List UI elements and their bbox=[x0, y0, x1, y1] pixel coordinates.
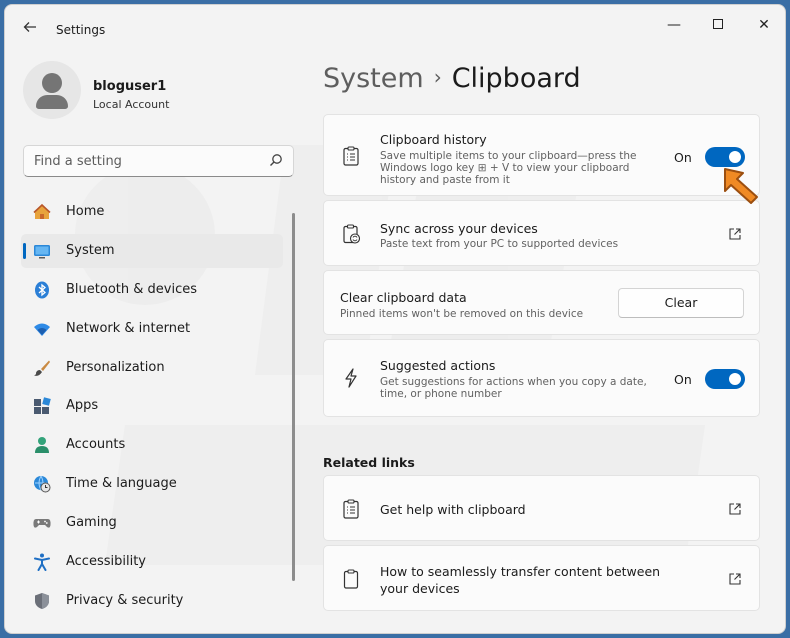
sidebar-item-label: Apps bbox=[66, 398, 99, 414]
toggle-knob bbox=[729, 373, 741, 385]
apps-icon bbox=[34, 397, 51, 415]
settings-window: Settings — ✕ bloguser1 Local Account Fin… bbox=[4, 4, 786, 634]
system-icon bbox=[34, 244, 50, 259]
clipboard-history-title: Clipboard history bbox=[380, 132, 487, 147]
avatar-body bbox=[36, 95, 68, 109]
brush-icon bbox=[34, 360, 50, 376]
breadcrumb: System › Clipboard bbox=[323, 63, 581, 94]
sidebar-item-home[interactable]: Home bbox=[21, 195, 283, 229]
sidebar-item-accounts[interactable]: Accounts bbox=[21, 428, 283, 462]
search-placeholder: Find a setting bbox=[34, 154, 122, 169]
clipboard-sync-icon bbox=[343, 224, 360, 244]
sidebar-item-personalization[interactable]: Personalization bbox=[21, 351, 283, 385]
back-button[interactable] bbox=[19, 19, 41, 39]
external-link-icon bbox=[729, 228, 741, 240]
clipboard-history-state: On bbox=[674, 150, 692, 165]
clipboard-icon bbox=[343, 499, 359, 519]
avatar-head bbox=[42, 73, 62, 93]
avatar bbox=[23, 61, 81, 119]
clock-globe-icon bbox=[34, 476, 51, 493]
accessibility-icon bbox=[34, 553, 50, 572]
sidebar-item-label: Gaming bbox=[66, 515, 117, 531]
shield-icon bbox=[35, 592, 49, 609]
account-type: Local Account bbox=[93, 98, 170, 111]
related-link-label: Get help with clipboard bbox=[380, 502, 526, 517]
sidebar-item-label: Accounts bbox=[66, 437, 126, 453]
sidebar-item-apps[interactable]: Apps bbox=[21, 389, 283, 423]
clipboard-icon bbox=[343, 146, 359, 166]
breadcrumb-parent[interactable]: System bbox=[323, 63, 424, 94]
related-link-help[interactable]: Get help with clipboard bbox=[323, 475, 760, 541]
clipboard-history-card: Clipboard history Save multiple items to… bbox=[323, 114, 760, 196]
sidebar-item-gaming[interactable]: Gaming bbox=[21, 506, 283, 540]
related-links-heading: Related links bbox=[323, 455, 415, 470]
bluetooth-icon bbox=[35, 281, 49, 299]
maximize-button[interactable] bbox=[705, 15, 731, 35]
app-title: Settings bbox=[56, 23, 106, 37]
sidebar-item-label: Home bbox=[66, 204, 105, 219]
back-arrow-icon bbox=[23, 22, 36, 32]
sidebar-item-label: Time & language bbox=[66, 476, 177, 492]
sync-devices-card[interactable]: Sync across your devices Paste text from… bbox=[323, 200, 760, 266]
maximize-icon bbox=[713, 19, 723, 29]
sidebar-item-bluetooth[interactable]: Bluetooth & devices bbox=[21, 273, 283, 307]
clipboard-blank-icon bbox=[343, 569, 359, 589]
gamepad-icon bbox=[33, 519, 51, 528]
sidebar-nav: Home System Bluetooth & devices Network … bbox=[21, 195, 283, 623]
page-title: Clipboard bbox=[451, 63, 581, 94]
external-link-icon bbox=[729, 573, 741, 585]
annotation-arrow-icon bbox=[724, 168, 758, 204]
sidebar-item-label: Personalization bbox=[66, 359, 165, 375]
clipboard-history-toggle[interactable] bbox=[705, 147, 745, 167]
suggested-actions-description: Get suggestions for actions when you cop… bbox=[380, 376, 647, 400]
wifi-icon bbox=[34, 323, 50, 336]
clear-button[interactable]: Clear bbox=[618, 288, 744, 318]
suggested-actions-state: On bbox=[674, 372, 692, 387]
sidebar-item-label: Network & internet bbox=[66, 320, 191, 336]
search-icon bbox=[270, 154, 282, 166]
title-bar: Settings — ✕ bbox=[5, 5, 785, 49]
sidebar-item-label: System bbox=[66, 242, 115, 258]
related-link-label: How to seamlessly transfer content betwe… bbox=[380, 564, 661, 596]
related-link-transfer[interactable]: How to seamlessly transfer content betwe… bbox=[323, 545, 760, 611]
sync-devices-description: Paste text from your PC to supported dev… bbox=[380, 238, 619, 250]
clear-data-card: Clear clipboard data Pinned items won't … bbox=[323, 270, 760, 335]
clear-data-description: Pinned items won't be removed on this de… bbox=[340, 308, 584, 320]
search-input[interactable]: Find a setting bbox=[23, 145, 294, 177]
clipboard-history-description: Save multiple items to your clipboard—pr… bbox=[380, 150, 637, 186]
sidebar-item-privacy-security[interactable]: Privacy & security bbox=[21, 584, 283, 618]
sidebar-scrollbar[interactable] bbox=[292, 213, 295, 581]
username: bloguser1 bbox=[93, 79, 167, 94]
suggested-actions-card: Suggested actions Get suggestions for ac… bbox=[323, 339, 760, 417]
person-icon bbox=[35, 437, 49, 454]
sync-devices-title: Sync across your devices bbox=[380, 221, 538, 236]
close-button[interactable]: ✕ bbox=[751, 15, 777, 35]
sidebar-item-label: Privacy & security bbox=[66, 592, 184, 608]
suggested-actions-title: Suggested actions bbox=[380, 358, 496, 373]
breadcrumb-separator: › bbox=[433, 65, 442, 89]
sidebar-item-label: Bluetooth & devices bbox=[66, 281, 197, 297]
home-icon bbox=[33, 203, 51, 219]
minimize-button[interactable]: — bbox=[661, 15, 687, 35]
toggle-knob bbox=[729, 151, 741, 163]
clear-data-title: Clear clipboard data bbox=[340, 290, 467, 305]
lightning-icon bbox=[345, 368, 357, 388]
sidebar-item-network[interactable]: Network & internet bbox=[21, 312, 283, 346]
sidebar-item-time-language[interactable]: Time & language bbox=[21, 467, 283, 501]
suggested-actions-toggle[interactable] bbox=[705, 369, 745, 389]
sidebar-item-accessibility[interactable]: Accessibility bbox=[21, 545, 283, 579]
external-link-icon bbox=[729, 503, 741, 515]
sidebar-item-system[interactable]: System bbox=[21, 233, 283, 268]
sidebar-item-label: Accessibility bbox=[66, 554, 146, 570]
